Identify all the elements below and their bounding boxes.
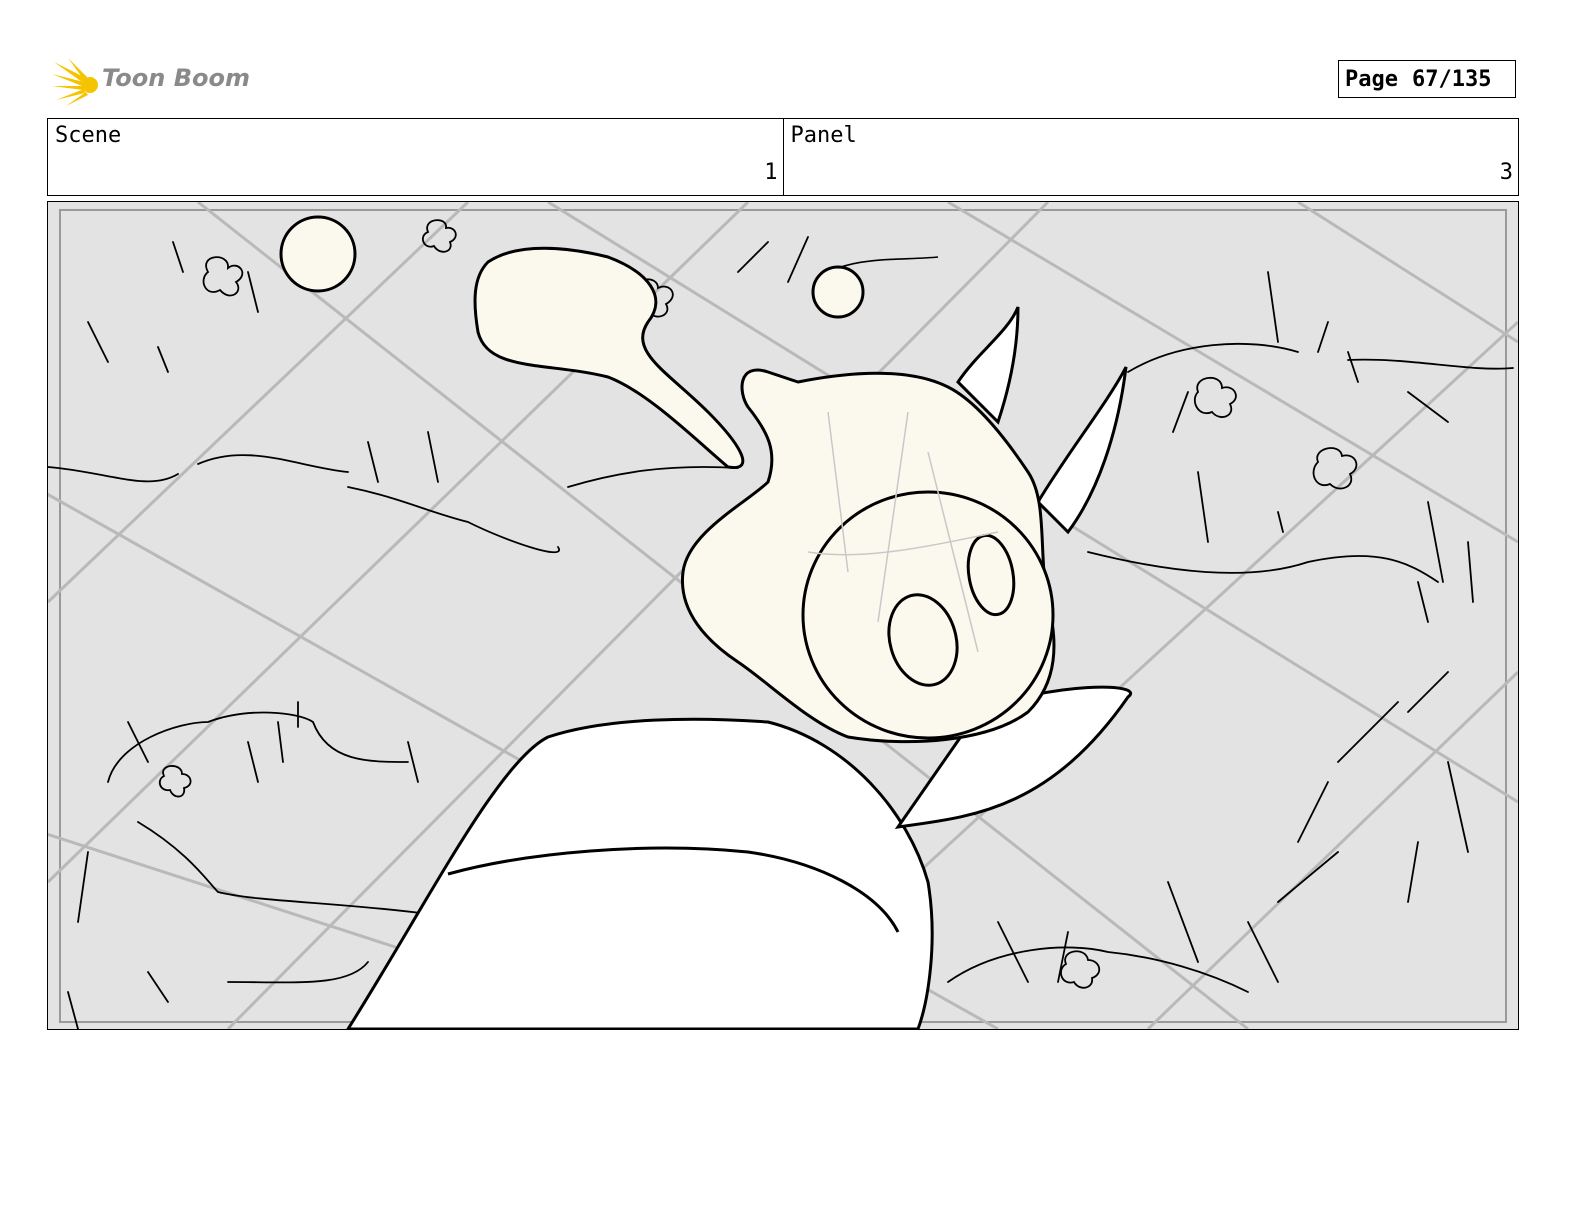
panel-drawing bbox=[48, 202, 1518, 1029]
panel-cell: Panel 3 bbox=[782, 119, 1519, 195]
scene-cell: Scene 1 bbox=[48, 119, 783, 195]
scene-label: Scene bbox=[55, 123, 122, 148]
bubble-small bbox=[811, 265, 865, 319]
page-counter: Page 67/135 bbox=[1338, 60, 1516, 98]
scene-value: 1 bbox=[764, 160, 778, 185]
scene-panel-table: Scene 1 Panel 3 bbox=[47, 118, 1519, 196]
toon-boom-logo: Toon Boom bbox=[52, 56, 252, 106]
storyboard-panel bbox=[47, 201, 1519, 1030]
page-label: Page bbox=[1345, 66, 1398, 92]
bubble bbox=[279, 215, 357, 293]
panel-label: Panel bbox=[790, 123, 857, 148]
panel-value: 3 bbox=[1499, 160, 1513, 185]
starburst-icon bbox=[52, 58, 98, 106]
page-value: 67/135 bbox=[1411, 66, 1492, 92]
logo-text: Toon Boom bbox=[102, 64, 250, 92]
